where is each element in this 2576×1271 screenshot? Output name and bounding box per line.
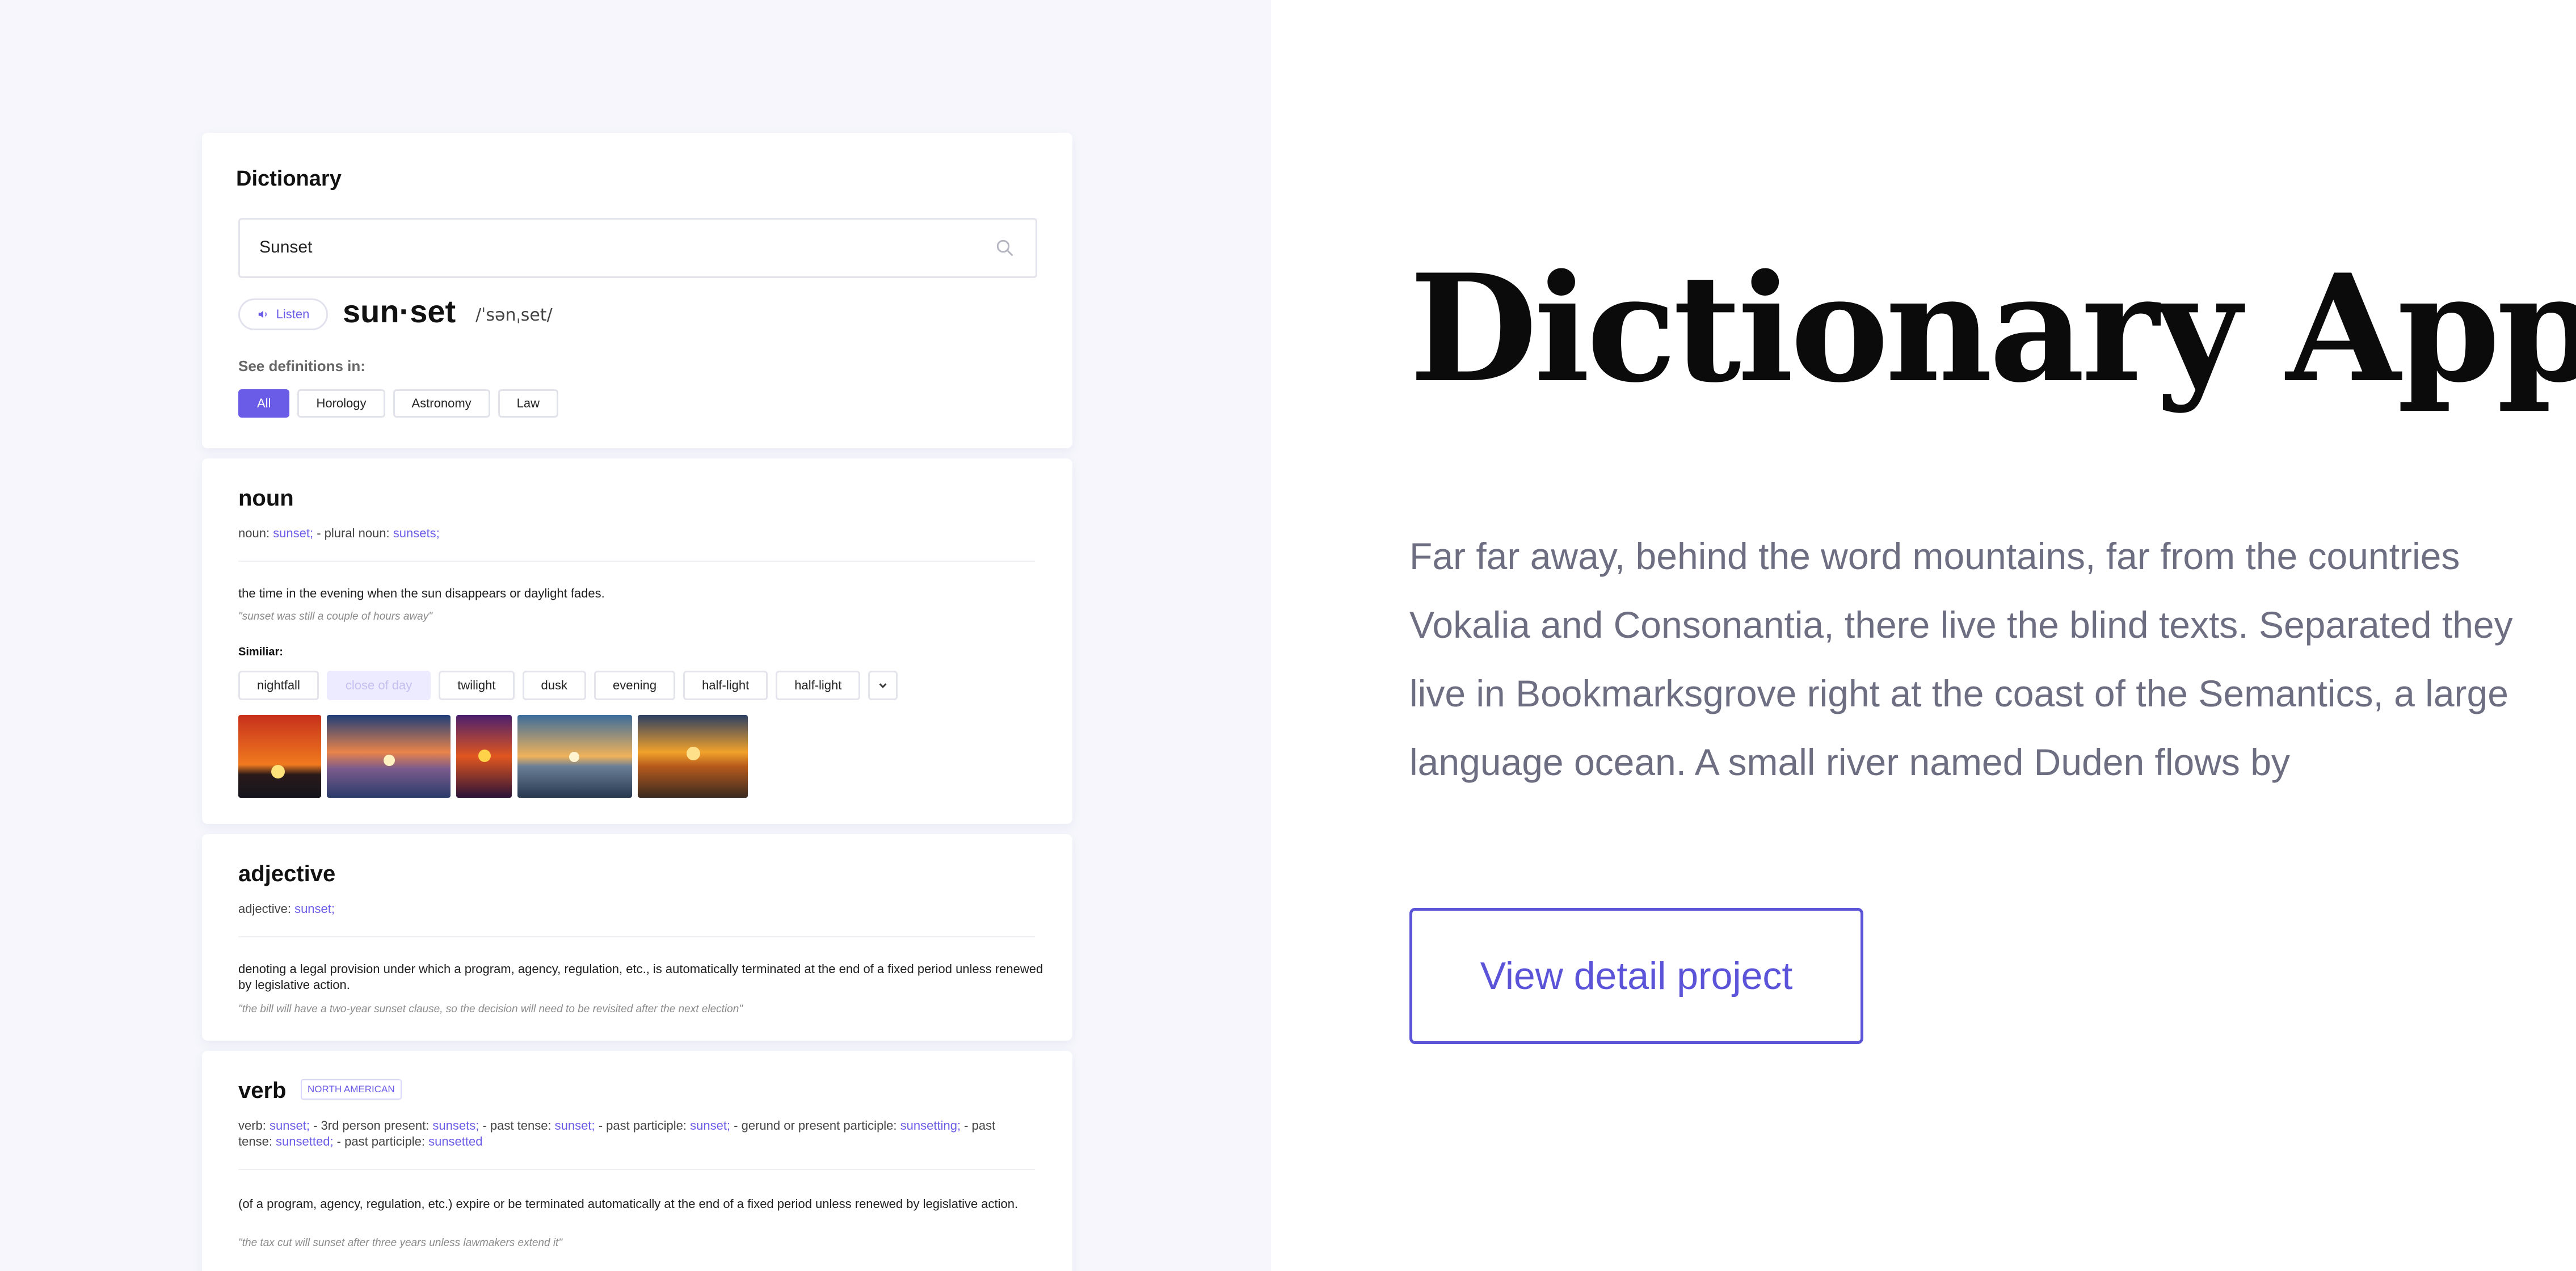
hero-title: Dictionary App <box>1409 242 2576 415</box>
sunset-image[interactable] <box>238 715 321 798</box>
view-detail-button[interactable]: View detail project <box>1409 908 1863 1044</box>
forms-label: noun: <box>238 526 273 540</box>
forms-label: - gerund or present participle: <box>730 1118 900 1133</box>
word-link[interactable]: sunsetted <box>428 1134 482 1148</box>
example: "the bill will have a two-year sunset cl… <box>238 1003 743 1015</box>
word-link[interactable]: sunsetting; <box>900 1118 961 1133</box>
synonym-chips: nightfall close of day twilight dusk eve… <box>238 671 898 700</box>
filter-chip-law[interactable]: Law <box>498 389 559 418</box>
search-value: Sunset <box>259 238 313 256</box>
pos-title-noun: noun <box>238 486 294 511</box>
more-synonyms-button[interactable] <box>868 671 898 700</box>
verb-forms: verb: sunset; - 3rd person present: suns… <box>238 1118 1010 1150</box>
search-input[interactable]: Sunset <box>238 218 1037 278</box>
divider <box>238 1169 1035 1170</box>
word-link[interactable]: sunsets; <box>393 526 440 540</box>
sunset-image[interactable] <box>517 715 632 798</box>
word-link[interactable]: sunsets; <box>432 1118 479 1133</box>
definition: the time in the evening when the sun dis… <box>238 586 605 600</box>
forms-label: - past participle: <box>333 1134 429 1148</box>
synonym-chip[interactable]: dusk <box>522 671 586 700</box>
headword: sun·set <box>343 293 456 329</box>
see-definitions-label: See definitions in: <box>238 357 365 374</box>
synonym-chip[interactable]: nightfall <box>238 671 319 700</box>
synonym-chip[interactable]: close of day <box>326 671 431 700</box>
hero-description: Far far away, behind the word mountains,… <box>1409 535 2513 783</box>
forms-label: - 3rd person present: <box>309 1118 433 1133</box>
definition: (of a program, agency, regulation, etc.)… <box>238 1197 1018 1211</box>
listen-label: Listen <box>276 307 310 321</box>
filter-chip-horology[interactable]: Horology <box>297 389 385 418</box>
synonym-chip[interactable]: evening <box>594 671 676 700</box>
word-link[interactable]: sunset; <box>555 1118 595 1133</box>
search-icon[interactable] <box>995 238 1015 258</box>
image-strip <box>238 715 748 798</box>
word-link[interactable]: sunset; <box>273 526 313 540</box>
region-tag: NORTH AMERICAN <box>301 1079 402 1100</box>
search-card: Dictionary Sunset Listen sun·set /ˈsənˌs… <box>202 133 1072 448</box>
forms-label: - past tense: <box>479 1118 555 1133</box>
verb-card: verb NORTH AMERICAN verb: sunset; - 3rd … <box>202 1051 1072 1271</box>
noun-forms: noun: sunset; - plural noun: sunsets; <box>238 525 1010 541</box>
phonetic: /ˈsənˌset/ <box>475 305 553 325</box>
showcase-panel: Dictionary Sunset Listen sun·set /ˈsənˌs… <box>0 0 1271 1271</box>
filter-chip-all[interactable]: All <box>238 389 290 418</box>
forms-label: verb: <box>238 1118 270 1133</box>
adjective-forms: adjective: sunset; <box>238 901 1010 917</box>
noun-card: noun noun: sunset; - plural noun: sunset… <box>202 458 1072 824</box>
filter-chip-astronomy[interactable]: Astronomy <box>393 389 490 418</box>
chevron-down-icon <box>879 683 887 688</box>
word-link[interactable]: sunset; <box>270 1118 310 1133</box>
divider <box>238 561 1035 562</box>
filter-chips: All Horology Astronomy Law <box>238 389 559 418</box>
divider <box>238 936 1035 937</box>
word-link[interactable]: sunsetted; <box>276 1134 334 1148</box>
sunset-image[interactable] <box>638 715 748 798</box>
forms-label: adjective: <box>238 902 295 916</box>
similar-label: Similiar: <box>238 646 283 658</box>
synonym-chip[interactable]: half-light <box>683 671 768 700</box>
app-title: Dictionary <box>236 167 342 191</box>
example: "sunset was still a couple of hours away… <box>238 611 432 622</box>
word-link[interactable]: sunset; <box>690 1118 730 1133</box>
forms-label: - plural noun: <box>313 526 393 540</box>
synonym-chip[interactable]: twilight <box>439 671 515 700</box>
sunset-image[interactable] <box>456 715 512 798</box>
synonym-chip[interactable]: half-light <box>776 671 861 700</box>
speaker-icon <box>258 310 267 318</box>
sunset-image[interactable] <box>327 715 451 798</box>
adjective-card: adjective adjective: sunset; denoting a … <box>202 834 1072 1041</box>
pos-title-verb: verb <box>238 1078 287 1103</box>
definition: denoting a legal provision under which a… <box>238 962 1043 992</box>
word-link[interactable]: sunset; <box>294 902 335 916</box>
pos-title-adjective: adjective <box>238 861 336 886</box>
example: "the tax cut will sunset after three yea… <box>238 1237 563 1249</box>
listen-button[interactable]: Listen <box>238 298 328 330</box>
forms-label: - past participle: <box>595 1118 691 1133</box>
